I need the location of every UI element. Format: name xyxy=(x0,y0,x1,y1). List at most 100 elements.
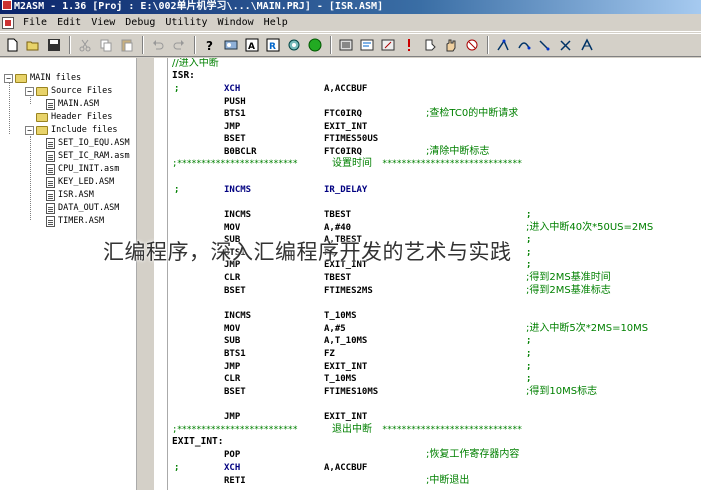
code-semicolon: ; xyxy=(174,185,180,195)
menu-edit[interactable]: Edit xyxy=(52,15,86,31)
folder-icon xyxy=(36,112,48,122)
code-section-title: 设置时间 xyxy=(332,158,372,169)
menu-view[interactable]: View xyxy=(86,15,120,31)
step-out-icon[interactable] xyxy=(535,35,555,55)
code-mnemonic: BSET xyxy=(224,134,246,144)
step-icon[interactable] xyxy=(420,35,440,55)
tree-file-main-asm[interactable]: MAIN.ASM xyxy=(46,98,99,110)
paste-icon[interactable] xyxy=(117,35,137,55)
registers-icon[interactable]: A xyxy=(242,35,262,55)
code-operand: T_10MS xyxy=(324,374,357,384)
tree-label: Source Files xyxy=(51,86,113,96)
code-semicolon: ; xyxy=(526,260,532,270)
tree-folder-source-files[interactable]: − Source Files xyxy=(25,85,112,97)
menu-file[interactable]: File xyxy=(18,15,52,31)
tree-file-isr[interactable]: ISR.ASM xyxy=(46,189,94,201)
code-comment: ;查检TC0的中断请求 xyxy=(426,108,519,119)
tree-label: TIMER.ASM xyxy=(58,216,105,226)
collapse-toggle[interactable]: − xyxy=(4,73,13,83)
code-editor[interactable]: //进入中断 ISR: ; XCH A,ACCBUF PUSH BTS1 FTC… xyxy=(154,58,701,490)
code-operand: A,T_10MS xyxy=(324,336,368,346)
reset-icon[interactable]: R xyxy=(263,35,283,55)
code-operand: A,#40 xyxy=(324,223,352,233)
tree-label: Header Files xyxy=(51,112,113,122)
clear-breakpoints-icon[interactable] xyxy=(462,35,482,55)
toolbar-separator xyxy=(142,36,144,54)
watch-window-icon[interactable] xyxy=(357,35,377,55)
code-semicolon: ; xyxy=(526,374,532,384)
code-mnemonic: B0BCLR xyxy=(224,147,257,157)
code-mnemonic: XCH xyxy=(224,463,241,473)
code-mnemonic: INCMS xyxy=(224,185,252,195)
code-comment: ;清除中断标志 xyxy=(426,146,490,157)
breakpoint-icon[interactable] xyxy=(399,35,419,55)
copy-icon[interactable] xyxy=(96,35,116,55)
project-tree-pane: − MAIN files − Source Files MAIN.ASM Hea… xyxy=(0,58,152,490)
file-icon xyxy=(46,189,55,201)
step-over-icon[interactable] xyxy=(514,35,534,55)
tree-file-set-io-equ[interactable]: SET_IO_EQU.ASM xyxy=(46,137,130,149)
code-operand: A,ACCBUF xyxy=(324,463,368,473)
code-mnemonic: JMP xyxy=(224,122,241,132)
collapse-toggle[interactable]: − xyxy=(25,125,34,135)
tree-label: Include files xyxy=(51,125,118,135)
code-operand: TBEST xyxy=(324,273,352,283)
collapse-toggle[interactable]: − xyxy=(25,86,34,96)
go-icon[interactable] xyxy=(577,35,597,55)
edit-window-icon[interactable] xyxy=(378,35,398,55)
memory-window-icon[interactable] xyxy=(336,35,356,55)
save-button[interactable] xyxy=(44,35,64,55)
code-separator-stars: ;************************* xyxy=(172,425,298,435)
menu-debug[interactable]: Debug xyxy=(120,15,160,31)
svg-text:R: R xyxy=(269,42,276,52)
code-comment: ;进入中断40次*50US=2MS xyxy=(526,222,654,233)
tree-label: MAIN files xyxy=(30,73,82,83)
code-mnemonic: BTS1 xyxy=(224,349,246,359)
tree-file-set-ic-ram[interactable]: SET_IC_RAM.asm xyxy=(46,150,130,162)
tree-label: CPU_INIT.asm xyxy=(58,164,120,174)
code-semicolon: ; xyxy=(526,336,532,346)
tree-file-key-led[interactable]: KEY_LED.ASM xyxy=(46,176,114,188)
new-file-button[interactable] xyxy=(2,35,22,55)
code-mnemonic: INCMS xyxy=(224,311,252,321)
tree-folder-header-files[interactable]: Header Files xyxy=(25,111,112,123)
code-separator-stars: ;************************* xyxy=(172,159,298,169)
editor-gutter xyxy=(154,58,168,490)
code-operand: TBEST xyxy=(324,210,352,220)
find-icon[interactable] xyxy=(221,35,241,55)
code-semicolon: ; xyxy=(526,248,532,258)
open-folder-button[interactable] xyxy=(23,35,43,55)
settings-gear-icon[interactable] xyxy=(284,35,304,55)
title-bar: M2ASM - 1.36 [Proj : E:\002单片机学习\...\MAI… xyxy=(0,0,701,14)
menu-utility[interactable]: Utility xyxy=(160,15,212,31)
redo-icon[interactable] xyxy=(169,35,189,55)
tree-label: SET_IC_RAM.asm xyxy=(58,151,130,161)
file-icon xyxy=(46,163,55,175)
tree-file-timer[interactable]: TIMER.ASM xyxy=(46,215,104,227)
step-into-icon[interactable] xyxy=(493,35,513,55)
code-operand: EXIT_INT xyxy=(324,362,368,372)
stop-debug-icon[interactable] xyxy=(556,35,576,55)
code-section-title: 退出中断 xyxy=(332,424,372,435)
menu-window[interactable]: Window xyxy=(213,15,259,31)
vertical-scrollbar[interactable] xyxy=(136,58,152,490)
menu-help[interactable]: Help xyxy=(259,15,293,31)
help-icon[interactable]: ? xyxy=(200,35,220,55)
tree-root-main-files[interactable]: − MAIN files xyxy=(4,72,81,84)
code-semicolon: ; xyxy=(174,84,180,94)
run-icon[interactable] xyxy=(305,35,325,55)
code-operand: A,ACCBUF xyxy=(324,84,368,94)
code-operand: FTC0IRQ xyxy=(324,147,362,157)
undo-icon[interactable] xyxy=(148,35,168,55)
tree-folder-include-files[interactable]: − Include files xyxy=(25,124,118,136)
folder-icon xyxy=(36,86,48,96)
tree-label: SET_IO_EQU.ASM xyxy=(58,138,130,148)
tree-file-cpu-init[interactable]: CPU_INIT.asm xyxy=(46,163,119,175)
hand-stop-icon[interactable] xyxy=(441,35,461,55)
code-mnemonic: BSET xyxy=(224,387,246,397)
tree-file-data-out[interactable]: DATA_OUT.ASM xyxy=(46,202,119,214)
code-semicolon: ; xyxy=(526,210,532,220)
code-operand: T_10MS xyxy=(324,311,357,321)
cut-icon[interactable] xyxy=(75,35,95,55)
document-icon[interactable] xyxy=(2,16,14,29)
